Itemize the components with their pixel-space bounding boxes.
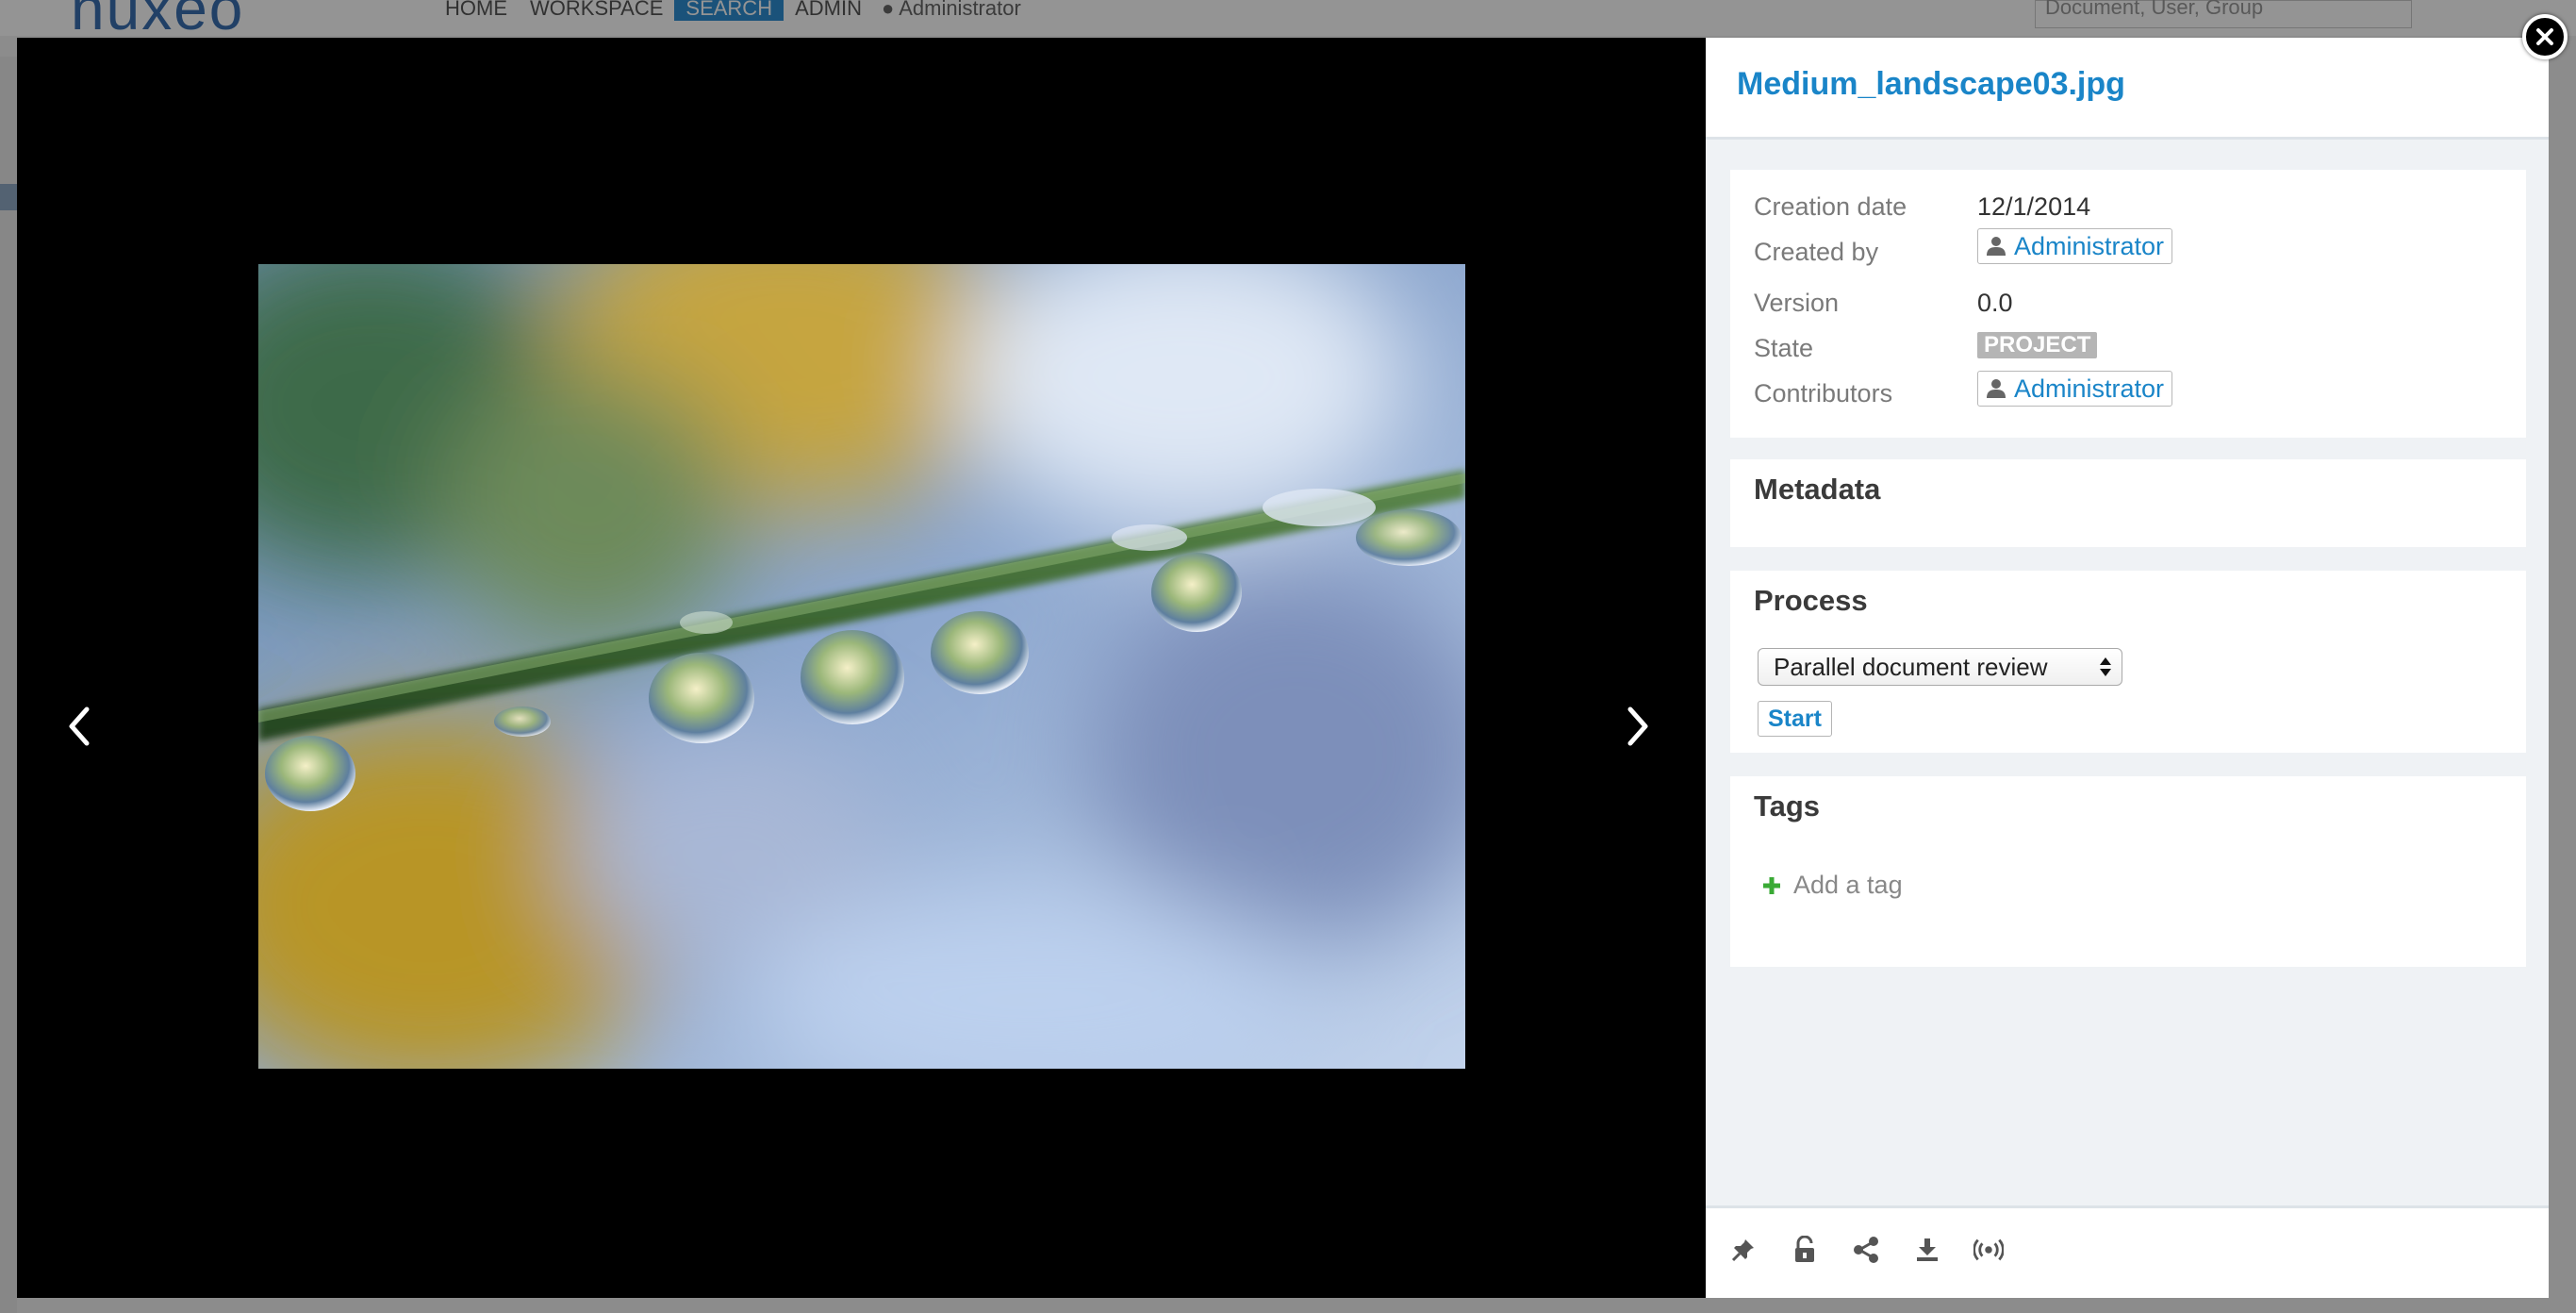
document-info-panel: Medium_landscape03.jpg Creation date 12/…	[1706, 38, 2549, 1298]
contributors-label: Contributors	[1754, 379, 1893, 407]
broadcast-icon	[1973, 1238, 2004, 1261]
metadata-card: Metadata	[1730, 459, 2526, 547]
tags-card: Tags Add a tag	[1730, 776, 2526, 967]
user-icon	[1987, 379, 2006, 398]
created-by-user-name: Administrator	[2014, 231, 2165, 260]
panel-footer	[1706, 1205, 2549, 1298]
panel-header: Medium_landscape03.jpg	[1706, 38, 2549, 140]
chevron-right-icon	[1627, 706, 1648, 746]
contributor-user-name: Administrator	[2014, 374, 2165, 403]
metadata-title: Metadata	[1754, 473, 1881, 506]
workflow-select[interactable]: Parallel document review	[1758, 648, 2122, 686]
close-modal-button[interactable]	[2522, 14, 2568, 59]
created-by-label: Created by	[1754, 238, 1879, 266]
creation-date-label: Creation date	[1754, 192, 1907, 221]
process-card: Process Parallel document review Start	[1730, 571, 2526, 753]
version-value: 0.0	[1977, 289, 2013, 317]
chevron-left-icon	[69, 706, 90, 746]
add-tag-button[interactable]: Add a tag	[1763, 871, 1903, 900]
download-icon	[1917, 1238, 1938, 1261]
next-image-button[interactable]	[1617, 693, 1659, 759]
pin-icon	[1731, 1239, 1754, 1262]
process-title: Process	[1754, 584, 1868, 617]
share-icon	[1854, 1237, 1878, 1263]
footer-actions	[1728, 1235, 2004, 1265]
follow-button[interactable]	[1973, 1235, 2004, 1265]
select-arrows-icon	[2100, 657, 2111, 676]
unlock-icon	[1795, 1236, 1814, 1262]
state-badge: PROJECT	[1977, 332, 2098, 358]
close-icon	[2536, 28, 2553, 45]
pin-button[interactable]	[1728, 1235, 1759, 1265]
user-icon	[1987, 237, 2006, 256]
add-tag-label: Add a tag	[1793, 871, 1903, 899]
download-button[interactable]	[1912, 1235, 1942, 1265]
workflow-select-value: Parallel document review	[1774, 653, 2048, 681]
previous-image-button[interactable]	[58, 693, 100, 759]
summary-card: Creation date 12/1/2014 Created by Admin…	[1730, 170, 2526, 438]
created-by-user-chip[interactable]: Administrator	[1977, 228, 2173, 264]
unlock-button[interactable]	[1790, 1235, 1820, 1265]
state-label: State	[1754, 334, 1814, 362]
share-button[interactable]	[1851, 1235, 1881, 1265]
image-viewer	[17, 38, 1706, 1298]
start-workflow-button[interactable]: Start	[1758, 701, 1832, 737]
preview-modal: Medium_landscape03.jpg Creation date 12/…	[17, 38, 2549, 1298]
document-title-link[interactable]: Medium_landscape03.jpg	[1737, 66, 2125, 103]
document-image	[258, 264, 1465, 1069]
version-label: Version	[1754, 289, 1840, 317]
contributor-user-chip[interactable]: Administrator	[1977, 371, 2173, 407]
tags-title: Tags	[1754, 789, 1821, 823]
creation-date-value: 12/1/2014	[1977, 192, 2091, 221]
plus-icon	[1763, 876, 1780, 894]
